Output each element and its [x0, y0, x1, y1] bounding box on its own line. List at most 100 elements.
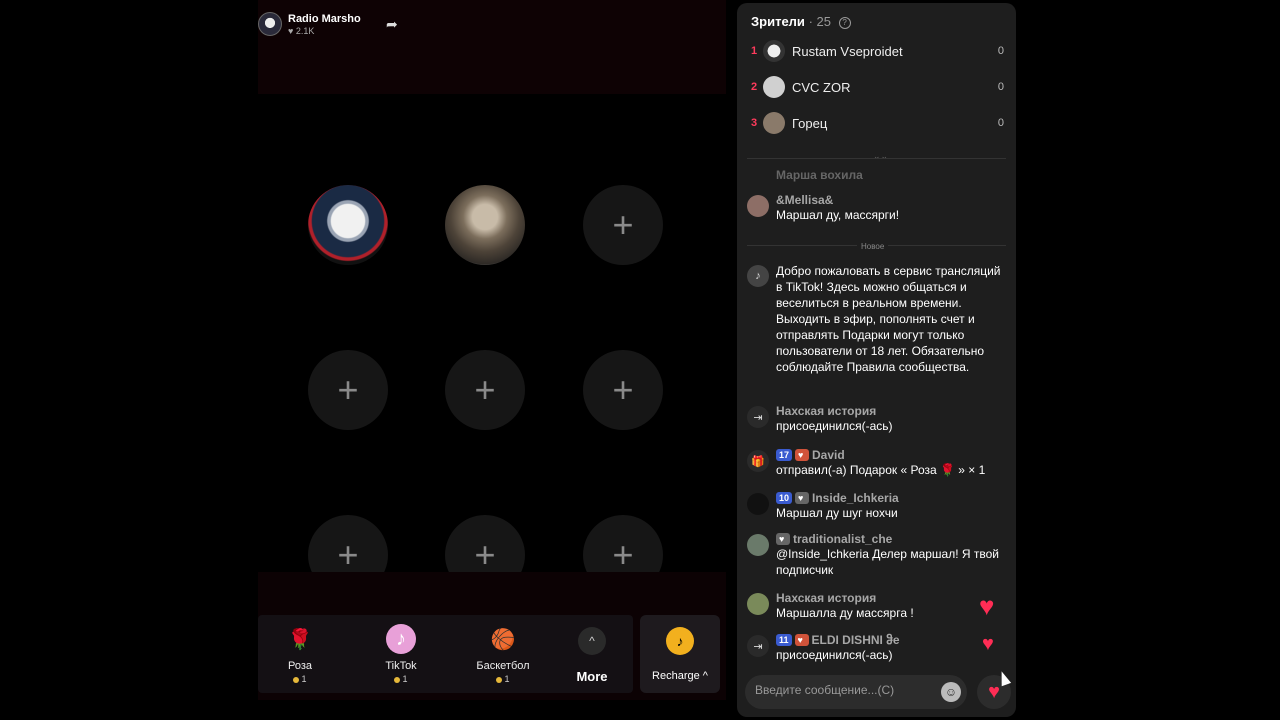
- gift-price: 1: [361, 674, 441, 684]
- new-separator: Новое: [857, 242, 889, 251]
- gift-tiktok[interactable]: ♪ TikTok 1: [361, 624, 441, 684]
- viewers-title: Зрители: [751, 14, 805, 29]
- chevron-down-icon[interactable]: ⌄⌄: [873, 151, 888, 162]
- chat-message: ♥ traditionalist_che @Inside_Ichkeria Дел…: [747, 532, 1007, 578]
- join-message: ⇥ 11 ♥ ELDI DISHNI ჵe присоединился(-ась): [747, 633, 1007, 663]
- chat-message: &Mellisa& Маршал ду, массярги!: [747, 193, 1007, 223]
- viewer-score: 0: [997, 81, 1004, 93]
- guest-seat-2[interactable]: [445, 185, 525, 265]
- guest-seat-1[interactable]: [308, 185, 388, 265]
- gift-name: TikTok: [385, 660, 417, 672]
- viewer-name: CVC ZOR: [792, 79, 851, 95]
- floating-heart-icon: ♥: [982, 633, 994, 655]
- viewer-name: Rustam Vseproidet: [792, 43, 903, 59]
- gift-name: Роза: [287, 660, 312, 672]
- viewer-row[interactable]: 1 Rustam Vseproidet 0: [751, 39, 1011, 63]
- viewer-score: 0: [997, 117, 1004, 129]
- level-badge: 11: [776, 634, 792, 646]
- viewer-rank: 3: [751, 117, 758, 129]
- empty-seat-plus[interactable]: +: [583, 350, 663, 430]
- host-info[interactable]: Radio Marsho ♥ 2.1K: [258, 12, 361, 36]
- chat-username[interactable]: Inside_Ichkeria: [812, 491, 899, 505]
- avatar: [763, 112, 785, 134]
- more-button[interactable]: More: [558, 669, 626, 684]
- avatar[interactable]: [747, 493, 769, 515]
- chat-username[interactable]: Нахская история: [776, 591, 1007, 605]
- rose-icon: 🌹: [287, 628, 313, 651]
- coin-icon: [394, 676, 401, 683]
- fan-badge-icon: ♥: [795, 492, 810, 504]
- coin-icon: [293, 676, 300, 683]
- host-avatar[interactable]: [258, 12, 282, 36]
- tiktok-icon: ♪: [386, 624, 416, 654]
- chat-text: @Inside_Ichkeria Делер маршал! Я твой по…: [776, 547, 999, 577]
- message-input[interactable]: [755, 683, 935, 697]
- chat-text: отправил(-а) Подарок « Роза 🌹 » × 1: [776, 463, 986, 477]
- avatar[interactable]: [747, 195, 769, 217]
- coin-icon: [496, 676, 503, 683]
- fan-badge-icon: ♥: [794, 634, 809, 646]
- gift-message: 🎁 17 ♥ David отправил(-а) Подарок « Роза 🌹…: [747, 448, 1007, 478]
- recharge-button[interactable]: ♪ Recharge ^: [640, 615, 720, 693]
- tiktok-icon: ♪: [747, 265, 769, 287]
- chat-username[interactable]: ELDI DISHNI ჵe: [812, 633, 900, 647]
- faded-message: Марша вохила: [747, 168, 1007, 182]
- share-arrow-icon[interactable]: ➦: [386, 16, 398, 33]
- avatar[interactable]: [747, 534, 769, 556]
- viewer-score: 0: [997, 45, 1004, 57]
- gift-name: Баскетбол: [476, 660, 530, 672]
- chat-username[interactable]: David: [812, 448, 845, 462]
- chat-message: Нахская история Маршалла ду массярга !: [747, 591, 1007, 621]
- viewer-name: Горец: [792, 115, 828, 131]
- system-message: ♪ Добро пожаловать в сервис трансляций в…: [747, 263, 1007, 375]
- chat-text: присоединился(-ась): [776, 419, 893, 433]
- chat-panel: Зрители · 25 ? 1 Rustam Vseproidet 0 2 C…: [737, 3, 1016, 717]
- chat-text: присоединился(-ась): [776, 648, 893, 662]
- viewers-count: · 25: [808, 14, 831, 29]
- chat-username[interactable]: traditionalist_che: [793, 532, 892, 546]
- chevron-up-icon[interactable]: ^: [578, 627, 606, 655]
- chat-text: Маршал ду шуг нохчи: [776, 506, 898, 520]
- system-text: Добро пожаловать в сервис трансляций в T…: [776, 264, 1001, 374]
- viewer-rank: 2: [751, 81, 758, 93]
- avatar: [763, 40, 785, 62]
- empty-seat-plus[interactable]: +: [308, 350, 388, 430]
- empty-seat-plus[interactable]: +: [445, 350, 525, 430]
- viewer-row[interactable]: 2 CVC ZOR 0: [751, 75, 1011, 99]
- live-stage: Radio Marsho ♥ 2.1K ➦ + + + + + + + 🌹 Ро…: [258, 0, 726, 720]
- message-input-box[interactable]: ☺: [745, 675, 967, 709]
- level-badge: 17: [776, 449, 793, 461]
- join-icon: ⇥: [747, 406, 769, 428]
- viewer-rank: 1: [751, 45, 758, 57]
- chat-text: Маршал ду, массярги!: [776, 208, 900, 222]
- recharge-label: Recharge ^: [652, 670, 708, 682]
- empty-seat-plus[interactable]: +: [583, 185, 663, 265]
- fan-badge-icon: ♥: [776, 533, 790, 545]
- chat-text: Маршалла ду массярга !: [776, 606, 914, 620]
- avatar: [763, 76, 785, 98]
- level-badge: 10: [776, 492, 793, 504]
- host-likes: ♥ 2.1K: [288, 25, 315, 36]
- avatar[interactable]: [747, 593, 769, 615]
- emoji-icon[interactable]: ☺: [941, 682, 961, 702]
- viewers-header: Зрители · 25 ?: [751, 14, 851, 29]
- gift-rose[interactable]: 🌹 Роза 1: [260, 624, 340, 685]
- gift-basketball[interactable]: 🏀 Баскетбол 1: [463, 624, 543, 685]
- basketball-icon: 🏀: [490, 628, 516, 651]
- gift-icon: 🎁: [747, 450, 769, 472]
- join-message: ⇥ Нахская история присоединился(-ась): [747, 404, 1007, 434]
- viewer-row[interactable]: 3 Горец 0: [751, 111, 1011, 135]
- divider: [747, 158, 1006, 159]
- fan-badge-icon: ♥: [795, 449, 810, 461]
- gift-price: 1: [260, 674, 340, 684]
- coin-tiktok-icon: ♪: [666, 627, 694, 655]
- host-name: Radio Marsho: [288, 12, 361, 25]
- help-icon[interactable]: ?: [838, 16, 851, 29]
- gift-price: 1: [463, 674, 543, 684]
- faded-message-text: Марша вохила: [776, 168, 863, 182]
- join-icon: ⇥: [747, 635, 769, 657]
- chat-username[interactable]: &Mellisa&: [776, 193, 1007, 207]
- chat-message: 10 ♥ Inside_Ichkeria Маршал ду шуг нохчи: [747, 491, 1007, 521]
- floating-heart-icon: ♥: [979, 591, 995, 621]
- chat-username[interactable]: Нахская история: [776, 404, 1007, 418]
